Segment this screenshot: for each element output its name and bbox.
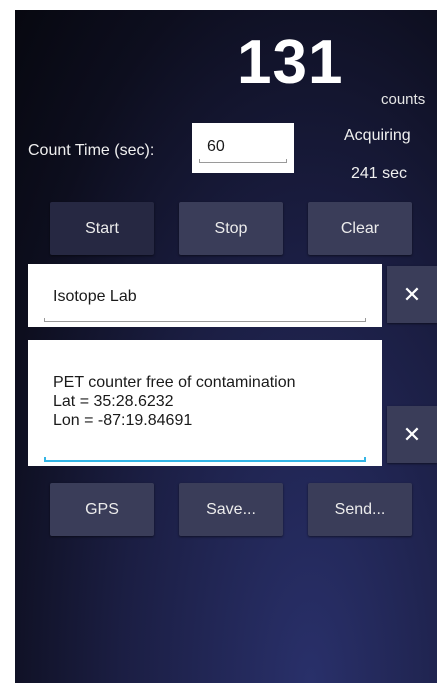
send-button[interactable]: Send... [308, 483, 412, 536]
elapsed-time: 241 sec [351, 165, 408, 182]
location-field[interactable]: Isotope Lab [28, 264, 382, 327]
count-time-input[interactable]: 60 [192, 123, 294, 173]
location-value: Isotope Lab [53, 288, 137, 305]
close-icon: ✕ [402, 281, 422, 307]
start-button[interactable]: Start [50, 202, 154, 255]
count-time-underline [199, 159, 287, 163]
notes-line-3: Lon = -87:19.84691 [53, 412, 193, 429]
gps-button[interactable]: GPS [50, 483, 154, 536]
app-screen: 131 counts Count Time (sec): 60 Acquirin… [15, 10, 437, 683]
save-button[interactable]: Save... [179, 483, 283, 536]
notes-underline [44, 457, 366, 462]
notes-line-1: PET counter free of contamination [53, 374, 296, 391]
status-text: Acquiring [344, 127, 411, 144]
notes-line-2: Lat = 35:28.6232 [53, 393, 174, 410]
clear-button[interactable]: Clear [308, 202, 412, 255]
notes-clear-button[interactable]: ✕ [387, 406, 437, 463]
count-time-value: 60 [207, 138, 225, 155]
count-value: 131 [237, 28, 344, 97]
notes-field[interactable]: PET counter free of contamination Lat = … [28, 340, 382, 466]
location-underline [44, 318, 366, 322]
stop-button[interactable]: Stop [179, 202, 283, 255]
notes-text: PET counter free of contamination Lat = … [53, 373, 296, 430]
count-unit: counts [381, 91, 426, 108]
count-time-label: Count Time (sec): [28, 142, 155, 159]
location-clear-button[interactable]: ✕ [387, 266, 437, 323]
close-icon: ✕ [402, 421, 422, 447]
